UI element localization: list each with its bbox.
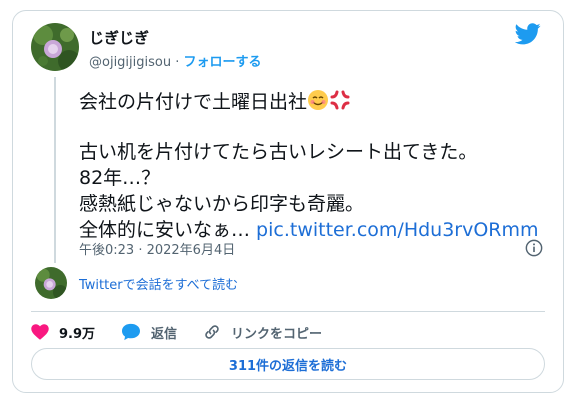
smiling-face-emoji (307, 89, 329, 118)
author-name[interactable]: じぎじぎ (89, 27, 149, 48)
read-replies-button[interactable]: 311件の返信を読む (31, 348, 545, 380)
read-conversation-link[interactable]: Twitterで会話をすべて読む (79, 274, 238, 293)
tweet-text-line-3: 82年…？ (79, 167, 161, 189)
like-count: 9.9万 (59, 326, 96, 342)
speech-bubble-icon (122, 323, 140, 341)
info-icon[interactable] (525, 239, 543, 257)
tweet-text-line-4: 感熱紙じゃないから印字も奇麗。 (79, 193, 365, 215)
author-avatar[interactable] (31, 23, 79, 71)
reply-button[interactable]: 返信 (121, 318, 177, 346)
tweet-text-segment: 会社の片付けで土曜日出社 (79, 91, 308, 113)
twitter-bird-icon[interactable] (515, 23, 541, 45)
like-button[interactable]: 9.9万 (31, 318, 95, 346)
read-replies-label: 311件の返信を読む (228, 358, 348, 374)
link-icon (205, 325, 219, 339)
tweet-text-segment: 全体的に安いなぁ… (79, 219, 257, 241)
author-handle[interactable]: @ojigijigisou (89, 55, 171, 70)
conversation-avatar[interactable] (35, 267, 67, 299)
tweet-text-line-1: 会社の片付けで土曜日出社 (79, 89, 351, 118)
media-link[interactable]: pic.twitter.com/Hdu3rvORmm (256, 219, 538, 241)
copy-link-button[interactable]: リンクをコピー (203, 318, 322, 346)
anger-symbol-emoji (329, 89, 351, 118)
follow-button[interactable]: フォローする (184, 55, 262, 70)
reply-label: 返信 (151, 326, 178, 342)
heart-icon (31, 324, 49, 340)
copy-link-label: リンクをコピー (231, 326, 323, 342)
thread-line (54, 77, 56, 263)
tweet-card: じぎじぎ @ojigijigisou · フォローする 会社の片付けで土曜日出社… (12, 10, 564, 393)
divider (31, 311, 545, 312)
tweet-text-line-2: 古い机を片付けてたら古いレシート出てきた。 (79, 141, 478, 163)
author-handle-row: @ojigijigisou · フォローする (89, 51, 262, 70)
tweet-timestamp[interactable]: 午後0:23 · 2022年6月4日 (79, 239, 235, 258)
separator-dot: · (175, 55, 180, 70)
